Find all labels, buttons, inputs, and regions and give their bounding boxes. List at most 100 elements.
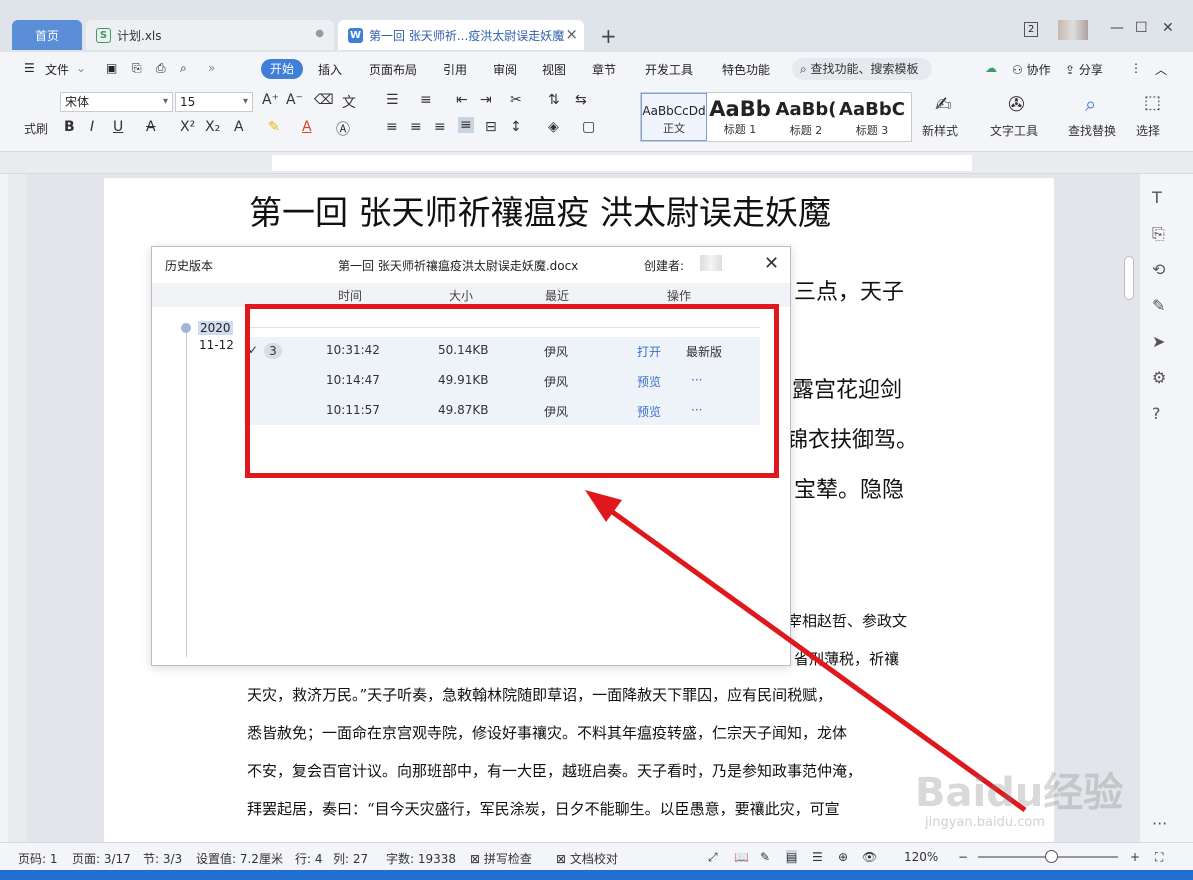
page-view-icon[interactable]: ▤ [786,850,798,864]
wrench-icon[interactable]: ✇ [1008,92,1025,116]
minimize-icon[interactable]: — [1110,20,1124,36]
settings-sliders-icon[interactable]: ⚙ [1152,368,1166,387]
cursor-icon[interactable]: ➤ [1152,332,1165,351]
text-style-icon[interactable]: T [1152,188,1162,207]
border-icon[interactable]: ▢ [582,119,595,135]
line-spacing-icon[interactable]: ↕ [510,119,522,135]
eye-protect-icon[interactable]: 👁 [862,850,877,864]
preview-icon[interactable]: ⌕ [180,61,187,76]
outline-view-icon[interactable]: ☰ [812,850,823,864]
shrink-font-icon[interactable]: A⁻ [286,92,303,108]
align-right-icon[interactable]: ≡ [434,119,446,135]
proofread-button[interactable]: ⊠ 文档校对 [556,850,618,867]
style-heading1[interactable]: AaBb 标题 1 [707,93,773,141]
highlight-icon[interactable]: ✎ [268,119,280,135]
font-name-select[interactable]: 宋体 [60,92,173,112]
italic-icon[interactable]: I [90,119,94,135]
find-replace-label[interactable]: 查找替换 [1068,122,1116,139]
close-icon[interactable]: ✕ [764,253,779,274]
subscript-icon[interactable]: X₂ [205,119,220,135]
write-mode-icon[interactable]: ✎ [760,850,770,864]
print-icon[interactable]: ⎙ [156,61,166,76]
save-icon[interactable]: ▣ [106,61,117,75]
zoom-level[interactable]: 120% [904,850,938,864]
justify-icon[interactable]: ≡ [458,117,474,133]
find-replace-icon[interactable]: ⌕ [1085,92,1096,116]
new-style-label[interactable]: 新样式 [922,122,958,139]
superscript-icon[interactable]: X² [180,119,195,135]
font-size-select[interactable]: 15 [175,92,253,112]
format-brush-label[interactable]: 式刷 [24,120,48,137]
collab-button[interactable]: ⚇ 协作 [1012,61,1051,78]
read-mode-icon[interactable]: 📖 [734,850,749,864]
number-list-icon[interactable]: ≡ [420,92,432,108]
new-style-icon[interactable]: ✍ [935,92,952,116]
phonetic-icon[interactable]: 文 [342,92,356,112]
web-view-icon[interactable]: ⊕ [838,850,848,864]
zoom-out-icon[interactable]: − [958,850,968,864]
decrease-indent-icon[interactable]: ⇤ [456,92,468,108]
style-heading2[interactable]: AaBb( 标题 2 [773,93,839,141]
align-center-icon[interactable]: ≡ [410,119,422,135]
vertical-scrollbar[interactable] [1124,256,1134,300]
zoom-in-icon[interactable]: + [1130,850,1140,864]
bold-icon[interactable]: B [64,119,75,135]
export-icon[interactable]: ⎘ [132,61,142,76]
grow-font-icon[interactable]: A⁺ [262,92,279,108]
align-left-icon[interactable]: ≡ [386,119,398,135]
menu-developer[interactable]: 开发工具 [645,61,693,78]
style-heading3[interactable]: AaBbC 标题 3 [839,93,905,141]
more-dots-icon[interactable]: ··· [1152,814,1167,833]
char-border-icon[interactable]: Ⓐ [336,119,350,139]
timeline-year[interactable]: 2020 [198,321,233,335]
collapse-ribbon-icon[interactable]: ︿ [1155,61,1167,78]
timeline-date[interactable]: 11-12 [199,338,234,352]
status-words[interactable]: 字数: 19338 [386,850,456,867]
show-marks-icon[interactable]: ⇆ [575,92,587,108]
text-effect-icon[interactable]: A [234,119,244,135]
menu-view[interactable]: 视图 [542,61,566,78]
share-button[interactable]: ⇪ 分享 [1065,61,1103,78]
tab-home[interactable]: 首页 [12,20,82,50]
menu-file[interactable]: 文件 [45,61,69,78]
help-icon[interactable]: ? [1152,404,1161,423]
bullet-list-icon[interactable]: ☰ [386,92,399,108]
sort-icon[interactable]: ⇅ [548,92,560,108]
fullscreen-icon[interactable]: ⤢ [708,850,718,865]
horizontal-ruler[interactable] [0,152,1193,174]
spell-check-button[interactable]: ⊠ 拼写检查 [470,850,532,867]
shading-icon[interactable]: ◈ [548,119,559,135]
close-tab-icon[interactable]: × [565,25,578,43]
style-normal[interactable]: AaBbCcDd 正文 [641,93,707,141]
select-label[interactable]: 选择 [1136,122,1160,139]
fit-icon[interactable]: ⛶ [1155,850,1163,865]
chinese-layout-icon[interactable]: ✂ [510,92,522,108]
pen-icon[interactable]: ✎ [1152,296,1165,315]
underline-icon[interactable]: U [113,119,123,135]
search-input[interactable]: ⌕ 查找功能、搜索模板 [792,58,932,80]
hamburger-icon[interactable]: ☰ [24,61,35,75]
menu-features[interactable]: 特色功能 [722,61,770,78]
menu-insert[interactable]: 插入 [318,61,342,78]
menu-chapter[interactable]: 章节 [592,61,616,78]
increase-indent-icon[interactable]: ⇥ [480,92,492,108]
doc-tools-icon[interactable]: ⎘ [1152,224,1165,244]
distribute-icon[interactable]: ⊟ [485,119,497,135]
text-tools-label[interactable]: 文字工具 [990,122,1038,139]
more-icon[interactable]: » [208,61,215,75]
menu-reference[interactable]: 引用 [443,61,467,78]
history-icon[interactable]: ⟲ [1152,260,1165,279]
new-tab-button[interactable]: + [600,24,617,48]
font-color-icon[interactable]: A [302,119,312,135]
avatar[interactable] [1058,20,1088,40]
maximize-icon[interactable]: ☐ [1135,20,1148,36]
chevron-down-icon[interactable]: ⌄ [76,61,86,75]
zoom-slider-handle[interactable] [1045,850,1058,863]
menu-review[interactable]: 审阅 [493,61,517,78]
menu-start[interactable]: 开始 [261,59,303,79]
tab-xls[interactable]: S 计划.xls ● [86,20,334,50]
notification-badge[interactable]: 2 [1024,22,1039,37]
cloud-sync-icon[interactable]: ☁ [985,61,997,75]
clear-format-icon[interactable]: ⌫ [314,92,334,108]
kebab-icon[interactable]: ⋮ [1130,61,1142,75]
